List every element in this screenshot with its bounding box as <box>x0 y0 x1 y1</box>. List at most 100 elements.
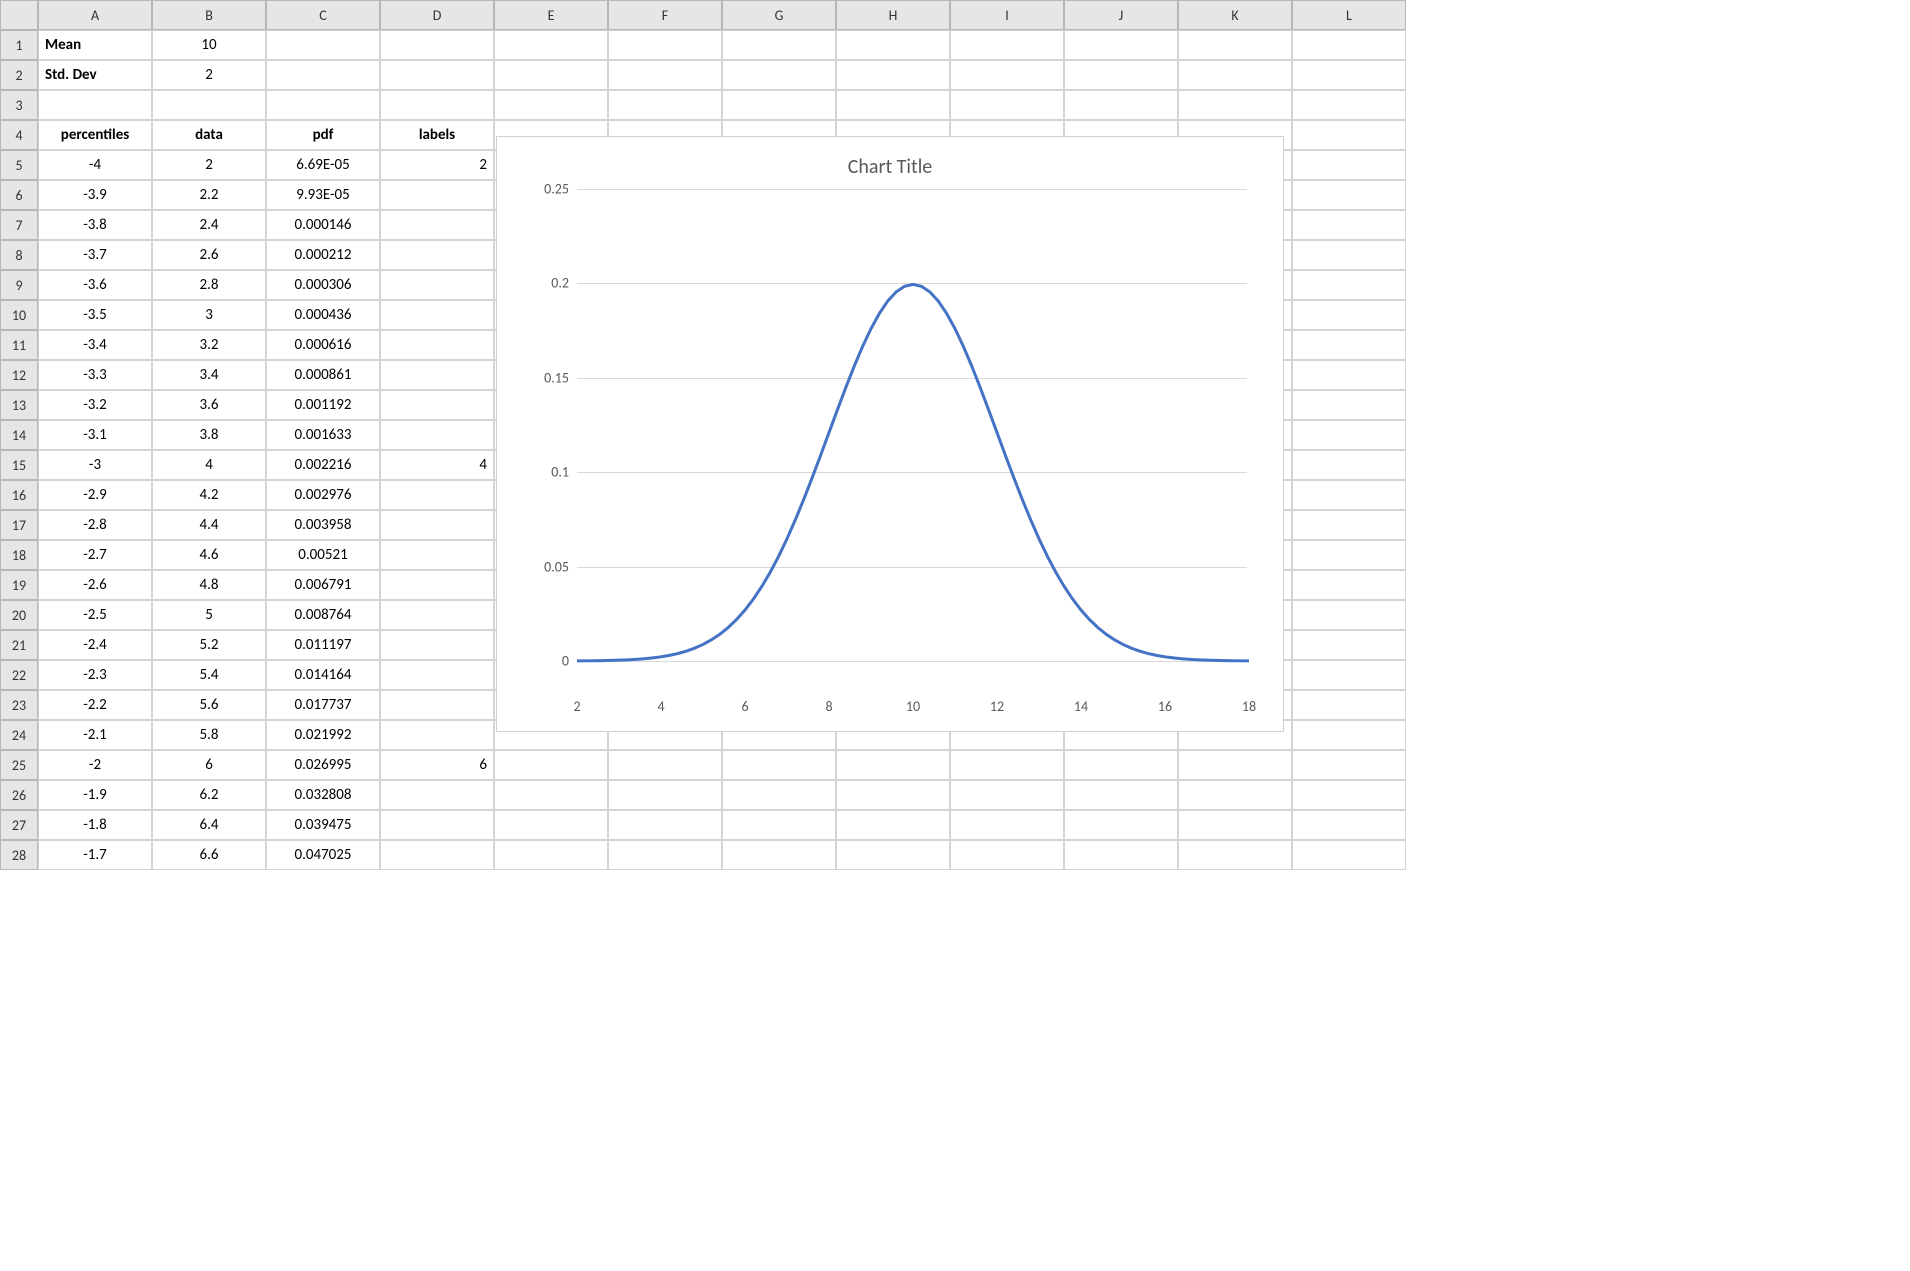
cell-A1[interactable]: Mean <box>38 30 152 60</box>
cell-I3[interactable] <box>950 90 1064 120</box>
row-header-8[interactable]: 8 <box>0 240 38 270</box>
cell-D5[interactable]: 2 <box>380 150 494 180</box>
cell-C19[interactable]: 0.006791 <box>266 570 380 600</box>
cell-E26[interactable] <box>494 780 608 810</box>
cell-C7[interactable]: 0.000146 <box>266 210 380 240</box>
cell-E28[interactable] <box>494 840 608 870</box>
row-header-24[interactable]: 24 <box>0 720 38 750</box>
cell-G28[interactable] <box>722 840 836 870</box>
row-header-26[interactable]: 26 <box>0 780 38 810</box>
row-header-22[interactable]: 22 <box>0 660 38 690</box>
cell-D13[interactable] <box>380 390 494 420</box>
column-header-L[interactable]: L <box>1292 0 1406 30</box>
cell-D28[interactable] <box>380 840 494 870</box>
cell-B20[interactable]: 5 <box>152 600 266 630</box>
cell-B21[interactable]: 5.2 <box>152 630 266 660</box>
cell-J3[interactable] <box>1064 90 1178 120</box>
cell-I28[interactable] <box>950 840 1064 870</box>
cell-A10[interactable]: -3.5 <box>38 300 152 330</box>
cell-E2[interactable] <box>494 60 608 90</box>
cell-B3[interactable] <box>152 90 266 120</box>
cell-L26[interactable] <box>1292 780 1406 810</box>
cell-B11[interactable]: 3.2 <box>152 330 266 360</box>
cell-L2[interactable] <box>1292 60 1406 90</box>
cell-E25[interactable] <box>494 750 608 780</box>
cell-A17[interactable]: -2.8 <box>38 510 152 540</box>
row-header-20[interactable]: 20 <box>0 600 38 630</box>
cell-L22[interactable] <box>1292 660 1406 690</box>
cell-B15[interactable]: 4 <box>152 450 266 480</box>
row-header-25[interactable]: 25 <box>0 750 38 780</box>
cell-A24[interactable]: -2.1 <box>38 720 152 750</box>
column-header-G[interactable]: G <box>722 0 836 30</box>
cell-F27[interactable] <box>608 810 722 840</box>
cell-K26[interactable] <box>1178 780 1292 810</box>
column-header-J[interactable]: J <box>1064 0 1178 30</box>
cell-C12[interactable]: 0.000861 <box>266 360 380 390</box>
column-header-I[interactable]: I <box>950 0 1064 30</box>
cell-L27[interactable] <box>1292 810 1406 840</box>
cell-K3[interactable] <box>1178 90 1292 120</box>
column-header-A[interactable]: A <box>38 0 152 30</box>
column-header-C[interactable]: C <box>266 0 380 30</box>
cell-D18[interactable] <box>380 540 494 570</box>
cell-K25[interactable] <box>1178 750 1292 780</box>
cell-L3[interactable] <box>1292 90 1406 120</box>
row-header-17[interactable]: 17 <box>0 510 38 540</box>
cell-C22[interactable]: 0.014164 <box>266 660 380 690</box>
cell-E3[interactable] <box>494 90 608 120</box>
cell-A23[interactable]: -2.2 <box>38 690 152 720</box>
cell-D20[interactable] <box>380 600 494 630</box>
cell-A14[interactable]: -3.1 <box>38 420 152 450</box>
cell-C14[interactable]: 0.001633 <box>266 420 380 450</box>
cell-C5[interactable]: 6.69E-05 <box>266 150 380 180</box>
cell-G3[interactable] <box>722 90 836 120</box>
cell-A8[interactable]: -3.7 <box>38 240 152 270</box>
row-header-2[interactable]: 2 <box>0 60 38 90</box>
cell-D22[interactable] <box>380 660 494 690</box>
cell-G25[interactable] <box>722 750 836 780</box>
cell-A15[interactable]: -3 <box>38 450 152 480</box>
cell-A21[interactable]: -2.4 <box>38 630 152 660</box>
cell-A27[interactable]: -1.8 <box>38 810 152 840</box>
cell-B28[interactable]: 6.6 <box>152 840 266 870</box>
cell-J26[interactable] <box>1064 780 1178 810</box>
cell-A7[interactable]: -3.8 <box>38 210 152 240</box>
cell-C2[interactable] <box>266 60 380 90</box>
cell-A22[interactable]: -2.3 <box>38 660 152 690</box>
cell-B18[interactable]: 4.6 <box>152 540 266 570</box>
cell-D26[interactable] <box>380 780 494 810</box>
cell-C27[interactable]: 0.039475 <box>266 810 380 840</box>
cell-B9[interactable]: 2.8 <box>152 270 266 300</box>
cell-L10[interactable] <box>1292 300 1406 330</box>
cell-J27[interactable] <box>1064 810 1178 840</box>
cell-L16[interactable] <box>1292 480 1406 510</box>
cell-B16[interactable]: 4.2 <box>152 480 266 510</box>
cell-D23[interactable] <box>380 690 494 720</box>
cell-D24[interactable] <box>380 720 494 750</box>
row-header-1[interactable]: 1 <box>0 30 38 60</box>
cell-C23[interactable]: 0.017737 <box>266 690 380 720</box>
cell-B24[interactable]: 5.8 <box>152 720 266 750</box>
cell-L24[interactable] <box>1292 720 1406 750</box>
chart-container[interactable]: Chart Title 00.050.10.150.20.25246810121… <box>496 136 1284 732</box>
cell-C17[interactable]: 0.003958 <box>266 510 380 540</box>
cell-A16[interactable]: -2.9 <box>38 480 152 510</box>
cell-F25[interactable] <box>608 750 722 780</box>
cell-D25[interactable]: 6 <box>380 750 494 780</box>
cell-A25[interactable]: -2 <box>38 750 152 780</box>
cell-L1[interactable] <box>1292 30 1406 60</box>
cell-A6[interactable]: -3.9 <box>38 180 152 210</box>
cell-L21[interactable] <box>1292 630 1406 660</box>
column-header-B[interactable]: B <box>152 0 266 30</box>
cell-L14[interactable] <box>1292 420 1406 450</box>
cell-D15[interactable]: 4 <box>380 450 494 480</box>
row-header-11[interactable]: 11 <box>0 330 38 360</box>
cell-B6[interactable]: 2.2 <box>152 180 266 210</box>
cell-H26[interactable] <box>836 780 950 810</box>
cell-D6[interactable] <box>380 180 494 210</box>
cell-G2[interactable] <box>722 60 836 90</box>
cell-C20[interactable]: 0.008764 <box>266 600 380 630</box>
cell-L28[interactable] <box>1292 840 1406 870</box>
cell-L19[interactable] <box>1292 570 1406 600</box>
